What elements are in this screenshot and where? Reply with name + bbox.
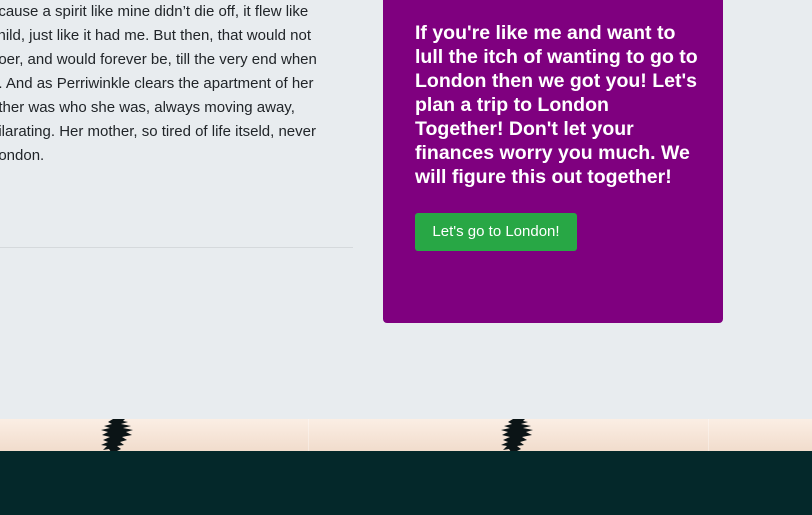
tree-silhouette-icon (501, 419, 533, 452)
banner-image-tile (708, 419, 812, 452)
banner-image-tile (0, 419, 308, 452)
article-line: London. (0, 147, 45, 164)
article-line: child, just like it had me. But then, th… (0, 27, 312, 44)
article-line: other was who she was, always moving awa… (0, 99, 295, 116)
article-line: e. And as Perriwinkle clears the apartme… (0, 75, 314, 92)
tree-silhouette-icon (101, 419, 133, 452)
article-section: ecause a spirit like mine didn’t die off… (0, 0, 353, 248)
article-line: nilarating. Her mother, so tired of life… (0, 123, 316, 140)
footer (0, 451, 812, 515)
card-heading: If you're like me and want to lull the i… (415, 22, 698, 188)
article-line: goer, and would forever be, till the ver… (0, 51, 317, 68)
go-to-london-button[interactable]: Let's go to London! (415, 213, 577, 251)
article-line: ecause a spirit like mine didn’t die off… (0, 3, 309, 20)
london-trip-card: If you're like me and want to lull the i… (383, 0, 723, 323)
banner-image (0, 419, 812, 452)
banner-image-tile (308, 419, 708, 452)
page: ecause a spirit like mine didn’t die off… (0, 0, 812, 515)
